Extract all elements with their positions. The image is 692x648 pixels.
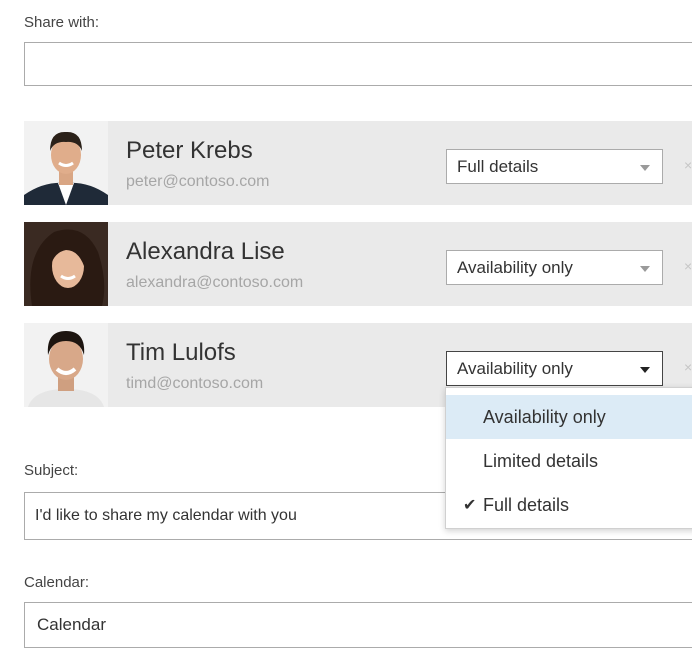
chevron-down-icon — [640, 165, 650, 171]
chevron-down-icon — [640, 266, 650, 272]
permission-dropdown-open[interactable]: Availability only — [446, 351, 663, 386]
subject-value: I'd like to share my calendar with you — [35, 507, 297, 524]
remove-person-icon[interactable]: × — [684, 359, 692, 375]
remove-person-icon[interactable]: × — [684, 258, 692, 274]
share-with-label: Share with: — [24, 14, 100, 31]
remove-person-icon[interactable]: × — [684, 157, 692, 173]
permission-value: Full details — [457, 157, 539, 176]
chevron-down-icon — [640, 367, 650, 373]
menu-item-availability-only[interactable]: Availability only — [446, 395, 692, 439]
permission-dropdown[interactable]: Full details — [446, 149, 663, 184]
person-name: Tim Lulofs — [126, 339, 236, 366]
person-row-alexandra: Alexandra Lise alexandra@contoso.com Ava… — [24, 222, 692, 306]
permission-dropdown[interactable]: Availability only — [446, 250, 663, 285]
permission-value: Availability only — [457, 359, 573, 378]
avatar — [24, 121, 108, 205]
menu-item-label: Limited details — [483, 451, 599, 471]
avatar — [24, 222, 108, 306]
calendar-label: Calendar: — [24, 574, 90, 591]
permission-menu: Availability only Limited details ✔ Full… — [445, 387, 692, 529]
person-row-peter: Peter Krebs peter@contoso.com Full detai… — [24, 121, 692, 205]
person-name: Alexandra Lise — [126, 238, 285, 265]
checkmark-icon: ✔ — [463, 497, 477, 514]
person-email: timd@contoso.com — [126, 375, 264, 392]
permission-value: Availability only — [457, 258, 573, 277]
menu-item-limited-details[interactable]: Limited details — [446, 439, 692, 483]
share-with-input[interactable] — [24, 42, 692, 86]
calendar-value: Calendar — [37, 615, 106, 634]
calendar-select[interactable]: Calendar — [24, 602, 692, 648]
menu-item-label: Full details — [483, 495, 570, 515]
menu-item-full-details[interactable]: ✔ Full details — [446, 483, 692, 527]
person-name: Peter Krebs — [126, 137, 253, 164]
menu-item-label: Availability only — [483, 407, 606, 427]
avatar — [24, 323, 108, 407]
person-email: peter@contoso.com — [126, 173, 270, 190]
person-email: alexandra@contoso.com — [126, 274, 304, 291]
subject-label: Subject: — [24, 462, 79, 479]
